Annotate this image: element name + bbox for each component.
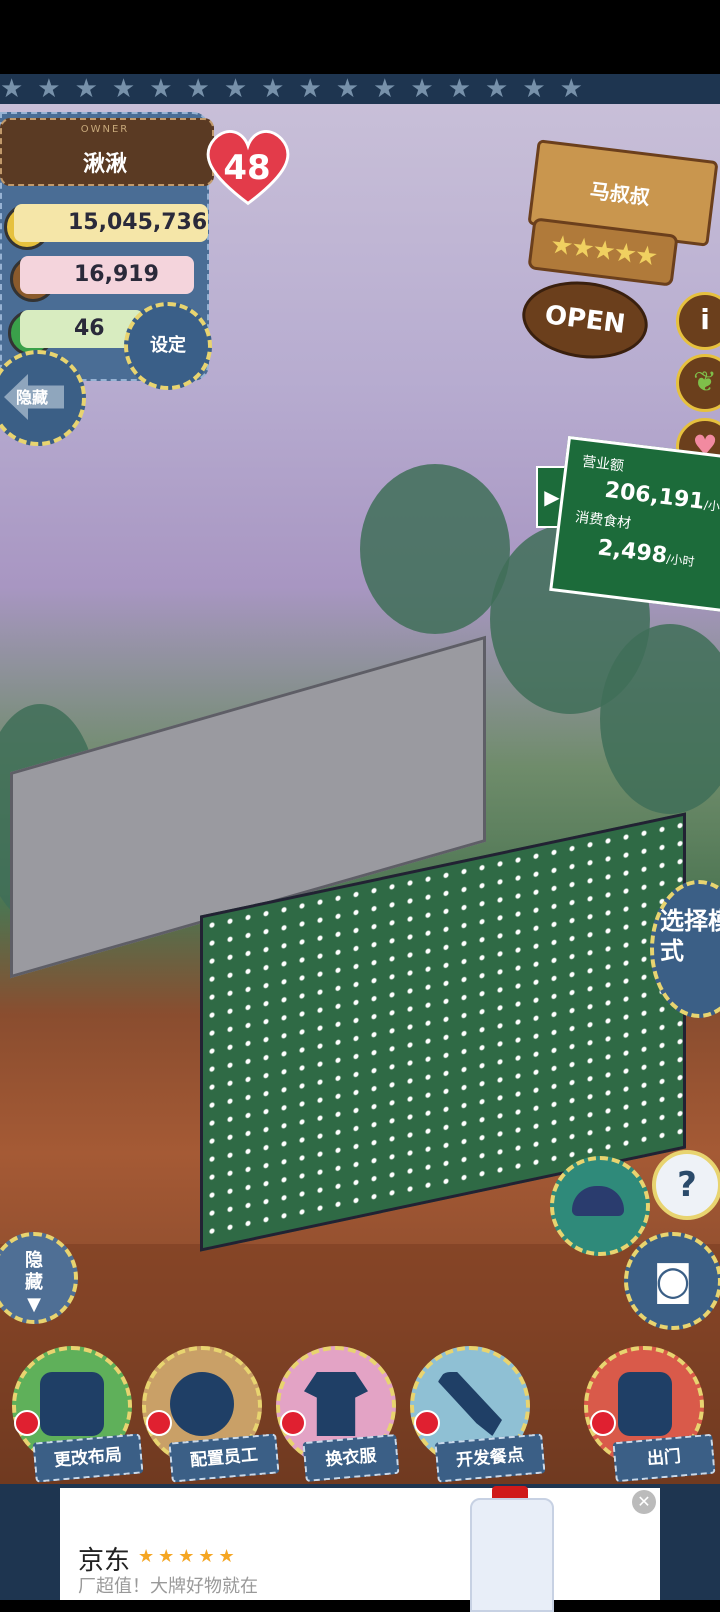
food-value: 16,919 — [20, 256, 194, 294]
close-icon[interactable]: ✕ — [632, 1490, 656, 1514]
background-tree — [360, 464, 510, 634]
revenue-label: 营业额 — [581, 453, 625, 475]
top-star-border: ★★★★★★★★★★★★★★★★ — [0, 74, 720, 107]
ad-rating-stars: ★★★★★ — [138, 1546, 239, 1567]
shirt-icon — [304, 1372, 368, 1436]
notification-pin — [414, 1410, 440, 1436]
hat-button[interactable] — [550, 1156, 650, 1256]
select-mode-label: 选择模式 — [660, 907, 720, 965]
product-bottle-image — [470, 1498, 554, 1612]
help-button[interactable]: ? — [652, 1150, 720, 1220]
consume-value: 2,498/小时 — [596, 535, 696, 570]
status-bar — [0, 0, 720, 74]
mouse-icon — [170, 1372, 234, 1436]
notification-pin — [280, 1410, 306, 1436]
notification-pin — [590, 1410, 616, 1436]
consume-label: 消费食材 — [574, 509, 632, 533]
table-icon — [40, 1372, 104, 1436]
owner-label: OWNER — [80, 124, 130, 135]
hide-panel-label: 隐藏 — [16, 388, 49, 407]
money-value: 15,045,736 — [14, 204, 208, 242]
notification-pin — [146, 1410, 172, 1436]
action-change-clothes-label: 换衣服 — [302, 1433, 400, 1483]
camera-icon: ◙ — [653, 1258, 693, 1304]
camera-button[interactable]: ◙ — [624, 1232, 720, 1330]
owner-name: 湫湫 — [82, 152, 127, 177]
hat-icon — [572, 1186, 624, 1216]
settings-button[interactable]: 设定 — [124, 302, 212, 390]
ad-subtitle: 厂超值！大牌好物就在 — [78, 1576, 258, 1597]
door-icon — [618, 1372, 672, 1436]
hide-down-label: 隐藏 — [25, 1250, 43, 1293]
revenue-board: 营业额 206,191/小时 消费食材 2,498/小时 — [549, 435, 720, 613]
arrow-down-icon: ▼ — [27, 1294, 41, 1315]
level-value: 48 — [223, 148, 271, 188]
notification-pin — [14, 1410, 40, 1436]
knife-icon — [438, 1372, 502, 1436]
ad-banner[interactable]: ✕ 京东 ★★★★★ 厂超值！大牌好物就在 — [60, 1486, 660, 1612]
hide-down-button[interactable]: 隐藏 ▼ — [0, 1232, 78, 1324]
